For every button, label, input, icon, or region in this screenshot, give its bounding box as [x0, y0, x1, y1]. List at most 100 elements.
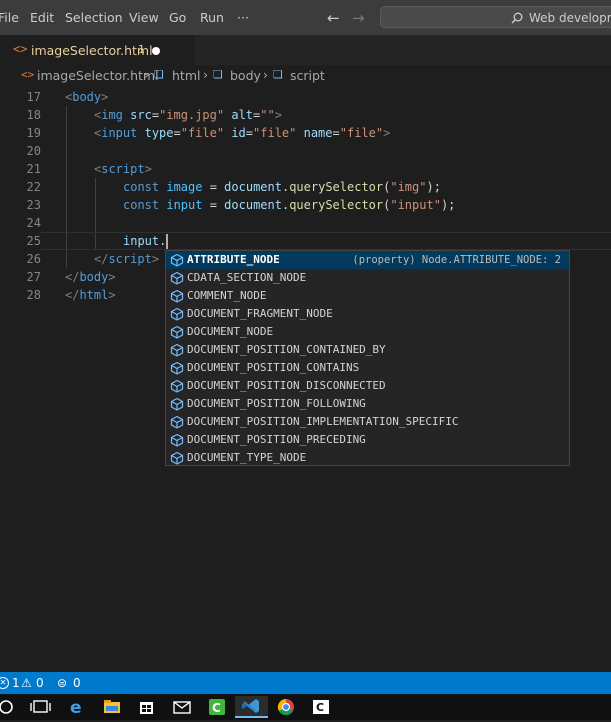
file-explorer-icon[interactable]: [97, 696, 127, 718]
suggestion-label: CDATA_SECTION_NODE: [187, 271, 307, 284]
code-line[interactable]: 22 const image = document.querySelector("…: [0, 178, 611, 196]
code-line[interactable]: 18 <img src="img.jpg" alt="">: [0, 106, 611, 124]
camtasia-icon[interactable]: C: [202, 696, 232, 718]
suggestion-item[interactable]: DOCUMENT_POSITION_FOLLOWING: [166, 395, 569, 413]
chrome-icon[interactable]: [271, 696, 301, 718]
code-line[interactable]: 17 <body>: [0, 88, 611, 106]
menu-selection[interactable]: Selection: [65, 0, 123, 35]
ports-icon[interactable]: ⊜: [57, 672, 67, 694]
suggestion-item[interactable]: DOCUMENT_FRAGMENT_NODE: [166, 305, 569, 323]
search-placeholder: Web development: [529, 11, 611, 25]
task-view-icon[interactable]: [26, 696, 56, 718]
line-number: 23: [26, 198, 41, 212]
code-line[interactable]: 20: [0, 142, 611, 160]
code-line[interactable]: 21 <script>: [0, 160, 611, 178]
suggestion-item[interactable]: DOCUMENT_POSITION_CONTAINED_BY: [166, 341, 569, 359]
code-token: >: [383, 126, 391, 140]
code-line[interactable]: 19 <input type="file" id="file" name="fil…: [0, 124, 611, 142]
code-token: "": [260, 108, 275, 122]
title-bar: File Edit Selection View Go Run ··· ← → …: [0, 0, 611, 35]
unsaved-dot-icon[interactable]: [152, 47, 160, 55]
error-count[interactable]: 1: [12, 672, 20, 694]
breadcrumb-body[interactable]: body: [230, 68, 261, 83]
code-token: =: [202, 180, 225, 194]
suggestion-label: DOCUMENT_NODE: [187, 325, 274, 338]
code-token: body: [72, 90, 102, 104]
menu-run[interactable]: Run: [200, 0, 224, 35]
forward-arrow-icon[interactable]: →: [352, 9, 365, 27]
code-token: img: [101, 108, 123, 122]
line-number: 22: [26, 180, 41, 194]
suggestion-item[interactable]: DOCUMENT_POSITION_DISCONNECTED: [166, 377, 569, 395]
search-circle-icon[interactable]: [0, 696, 22, 718]
code-token: querySelector: [289, 198, 384, 212]
suggestion-item[interactable]: DOCUMENT_POSITION_CONTAINS: [166, 359, 569, 377]
code-line[interactable]: 23 const input = document.querySelector("…: [0, 196, 611, 214]
warning-count[interactable]: 0: [36, 672, 44, 694]
autocomplete-suggestion-widget[interactable]: ATTRIBUTE_NODE (property) Node.ATTRIBUTE_…: [165, 250, 570, 466]
command-center-search[interactable]: Web development: [380, 6, 611, 28]
line-number: 24: [26, 216, 41, 230]
code-token: querySelector: [289, 180, 384, 194]
suggestion-detail: (property) Node.ATTRIBUTE_NODE: 2: [352, 254, 561, 266]
code-token: "img": [390, 180, 427, 194]
edge-icon[interactable]: e: [62, 696, 92, 718]
ports-count[interactable]: 0: [73, 672, 81, 694]
breadcrumb-file[interactable]: imageSelector.html: [37, 68, 159, 83]
suggestion-label: DOCUMENT_POSITION_IMPLEMENTATION_SPECIFI…: [187, 415, 459, 428]
code-token: =: [173, 126, 181, 140]
suggestion-label: DOCUMENT_POSITION_CONTAINED_BY: [187, 343, 386, 356]
tab-image-selector[interactable]: <> imageSelector.html 1: [0, 35, 195, 66]
property-cube-icon: [170, 379, 184, 393]
html-file-icon: <>: [13, 42, 28, 56]
back-arrow-icon[interactable]: ←: [327, 9, 340, 27]
warning-icon[interactable]: ⚠: [21, 672, 32, 694]
suggestion-label: DOCUMENT_FRAGMENT_NODE: [187, 307, 333, 320]
property-cube-icon: [170, 307, 184, 321]
menu-view[interactable]: View: [129, 0, 159, 35]
breadcrumb-script[interactable]: script: [290, 68, 325, 83]
code-token: =: [202, 198, 225, 212]
code-token: );: [426, 180, 441, 194]
breadcrumb-html[interactable]: html: [172, 68, 200, 83]
suggestion-item[interactable]: CDATA_SECTION_NODE: [166, 269, 569, 287]
code-token: input: [123, 234, 160, 248]
menu-more[interactable]: ···: [237, 0, 249, 35]
code-text: const image = document.querySelector("im…: [123, 178, 441, 196]
code-token: input: [101, 126, 138, 140]
tab-filename: imageSelector.html: [31, 43, 153, 58]
terminal-icon[interactable]: C: [306, 696, 336, 718]
suggestion-label: DOCUMENT_POSITION_PRECEDING: [187, 433, 366, 446]
code-token: >: [108, 288, 116, 302]
suggestion-item[interactable]: DOCUMENT_POSITION_IMPLEMENTATION_SPECIFI…: [166, 413, 569, 431]
suggestion-item[interactable]: DOCUMENT_POSITION_PRECEDING: [166, 431, 569, 449]
suggestion-item[interactable]: ATTRIBUTE_NODE (property) Node.ATTRIBUTE_…: [166, 251, 569, 269]
suggestion-item[interactable]: DOCUMENT_TYPE_NODE: [166, 449, 569, 467]
code-text: <script>: [94, 160, 152, 178]
code-token: "input": [390, 198, 441, 212]
code-line[interactable]: 24: [0, 214, 611, 232]
mail-icon[interactable]: [167, 696, 197, 718]
code-token: id: [231, 126, 246, 140]
code-text: <img src="img.jpg" alt="">: [94, 106, 282, 124]
suggestion-item[interactable]: DOCUMENT_NODE: [166, 323, 569, 341]
svg-text:C: C: [316, 701, 324, 714]
store-icon[interactable]: [132, 696, 162, 718]
menu-edit[interactable]: Edit: [30, 0, 54, 35]
error-icon[interactable]: ✕: [0, 677, 9, 689]
line-number: 28: [26, 288, 41, 302]
code-text: const input = document.querySelector("in…: [123, 196, 455, 214]
suggestion-item[interactable]: COMMENT_NODE: [166, 287, 569, 305]
code-token: >: [274, 108, 282, 122]
property-cube-icon: [170, 343, 184, 357]
line-number: 20: [26, 144, 41, 158]
vscode-icon[interactable]: [235, 696, 268, 718]
code-line[interactable]: 25 input.: [0, 232, 611, 250]
code-token: >: [101, 90, 109, 104]
html-file-icon: <>: [21, 68, 35, 81]
element-icon: ❏: [213, 68, 223, 81]
menu-file[interactable]: File: [0, 0, 19, 35]
menu-go[interactable]: Go: [169, 0, 186, 35]
code-token: type: [144, 126, 174, 140]
